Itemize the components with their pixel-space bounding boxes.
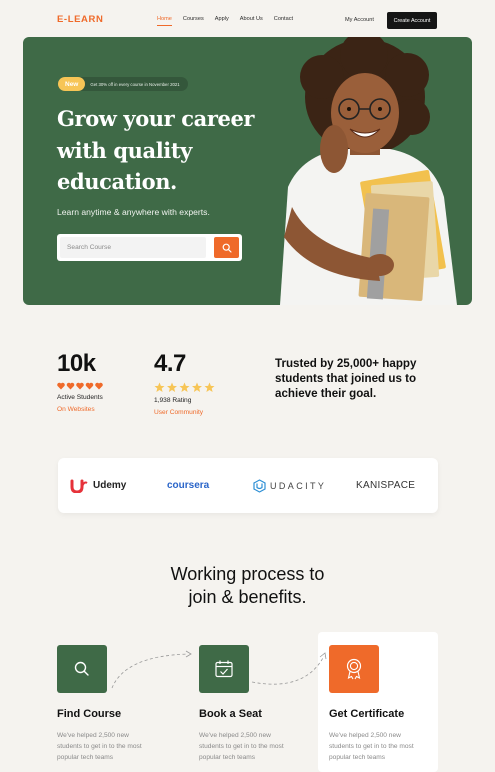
trust-statement: Trusted by 25,000+ happy students that j…	[275, 357, 417, 400]
hero-title-line: with quality	[57, 137, 192, 163]
stars-rating	[154, 382, 216, 393]
course-search	[57, 234, 242, 261]
step-connector	[111, 650, 192, 689]
hero-title: Grow your career with quality education.	[57, 103, 277, 198]
partner-name: UDACITY	[270, 480, 327, 491]
create-account-button[interactable]: Create Account	[387, 12, 437, 29]
udacity-logo-icon	[253, 478, 266, 493]
partner-udemy[interactable]: Udemy	[70, 458, 126, 513]
search-icon	[222, 243, 232, 253]
logo[interactable]: E-LEARN	[57, 14, 103, 25]
step-book-seat-icon-box	[199, 645, 249, 693]
stat-source: On Websites	[57, 406, 95, 413]
step-title: Find Course	[57, 708, 122, 720]
promo-pill[interactable]: New Get 30% off in every course in Novem…	[58, 77, 188, 91]
my-account-link[interactable]: My Account	[345, 17, 374, 23]
step-get-certificate-icon-box	[329, 645, 379, 693]
stat-rating: 4.7 1,938 Rating User Community	[154, 350, 216, 416]
partner-name: coursera	[167, 480, 210, 491]
hero-banner: New Get 30% off in every course in Novem…	[23, 37, 472, 305]
search-button[interactable]	[214, 237, 239, 258]
nav-links: Home Courses Apply About Us Contact	[157, 16, 304, 26]
partner-logos: Udemy coursera UDACITY KANISPACE	[58, 458, 438, 513]
section-title-line: join & benefits.	[188, 587, 307, 607]
stat-label: 1,938 Rating	[154, 397, 192, 404]
partner-udacity[interactable]: UDACITY	[253, 458, 326, 513]
heart-icon	[57, 382, 103, 390]
partner-name: Udemy	[93, 480, 127, 491]
calendar-icon	[215, 660, 233, 678]
stat-active-students: 10k Active Students On Websites	[57, 350, 103, 413]
partner-name: KANISPACE	[356, 480, 416, 491]
stat-value: 10k	[57, 350, 96, 377]
student-photo	[280, 37, 457, 305]
step-connector	[251, 652, 327, 685]
step-description: We've helped 2,500 new students to get i…	[199, 732, 284, 761]
hero-title-line: Grow your career	[57, 106, 255, 131]
hero-title-line: education.	[57, 169, 177, 194]
promo-text: Get 30% off in every course in November …	[90, 81, 180, 87]
certificate-icon	[346, 658, 362, 680]
partner-kanispace[interactable]: KANISPACE	[356, 458, 415, 513]
step-description: We've helped 2,500 new students to get i…	[329, 732, 414, 761]
nav-link-contact[interactable]: Contact	[274, 16, 293, 22]
step-title: Get Certificate	[329, 708, 405, 720]
nav-link-courses[interactable]: Courses	[183, 16, 204, 22]
stat-source: User Community	[154, 409, 204, 416]
section-title: Working process to join & benefits.	[0, 563, 495, 609]
nav-link-about-us[interactable]: About Us	[240, 16, 263, 22]
partner-coursera[interactable]: coursera	[167, 458, 209, 513]
star-icon	[154, 382, 215, 392]
step-find-course-icon-box	[57, 645, 107, 693]
new-badge: New	[58, 77, 86, 91]
nav-link-apply[interactable]: Apply	[215, 16, 229, 22]
search-icon	[74, 661, 89, 676]
step-description: We've helped 2,500 new students to get i…	[57, 732, 142, 761]
top-navigation: E-LEARN Home Courses Apply About Us Cont…	[0, 0, 495, 38]
search-input[interactable]	[60, 237, 206, 258]
step-title: Book a Seat	[199, 708, 262, 720]
hearts-rating	[57, 382, 103, 390]
stat-label: Active Students	[57, 394, 103, 401]
section-title-line: Working process to	[170, 564, 325, 584]
nav-link-home[interactable]: Home	[157, 16, 172, 26]
hero-subtitle: Learn anytime & anywhere with experts.	[57, 207, 210, 217]
stat-value: 4.7	[154, 350, 186, 377]
udemy-logo-icon	[70, 479, 88, 493]
